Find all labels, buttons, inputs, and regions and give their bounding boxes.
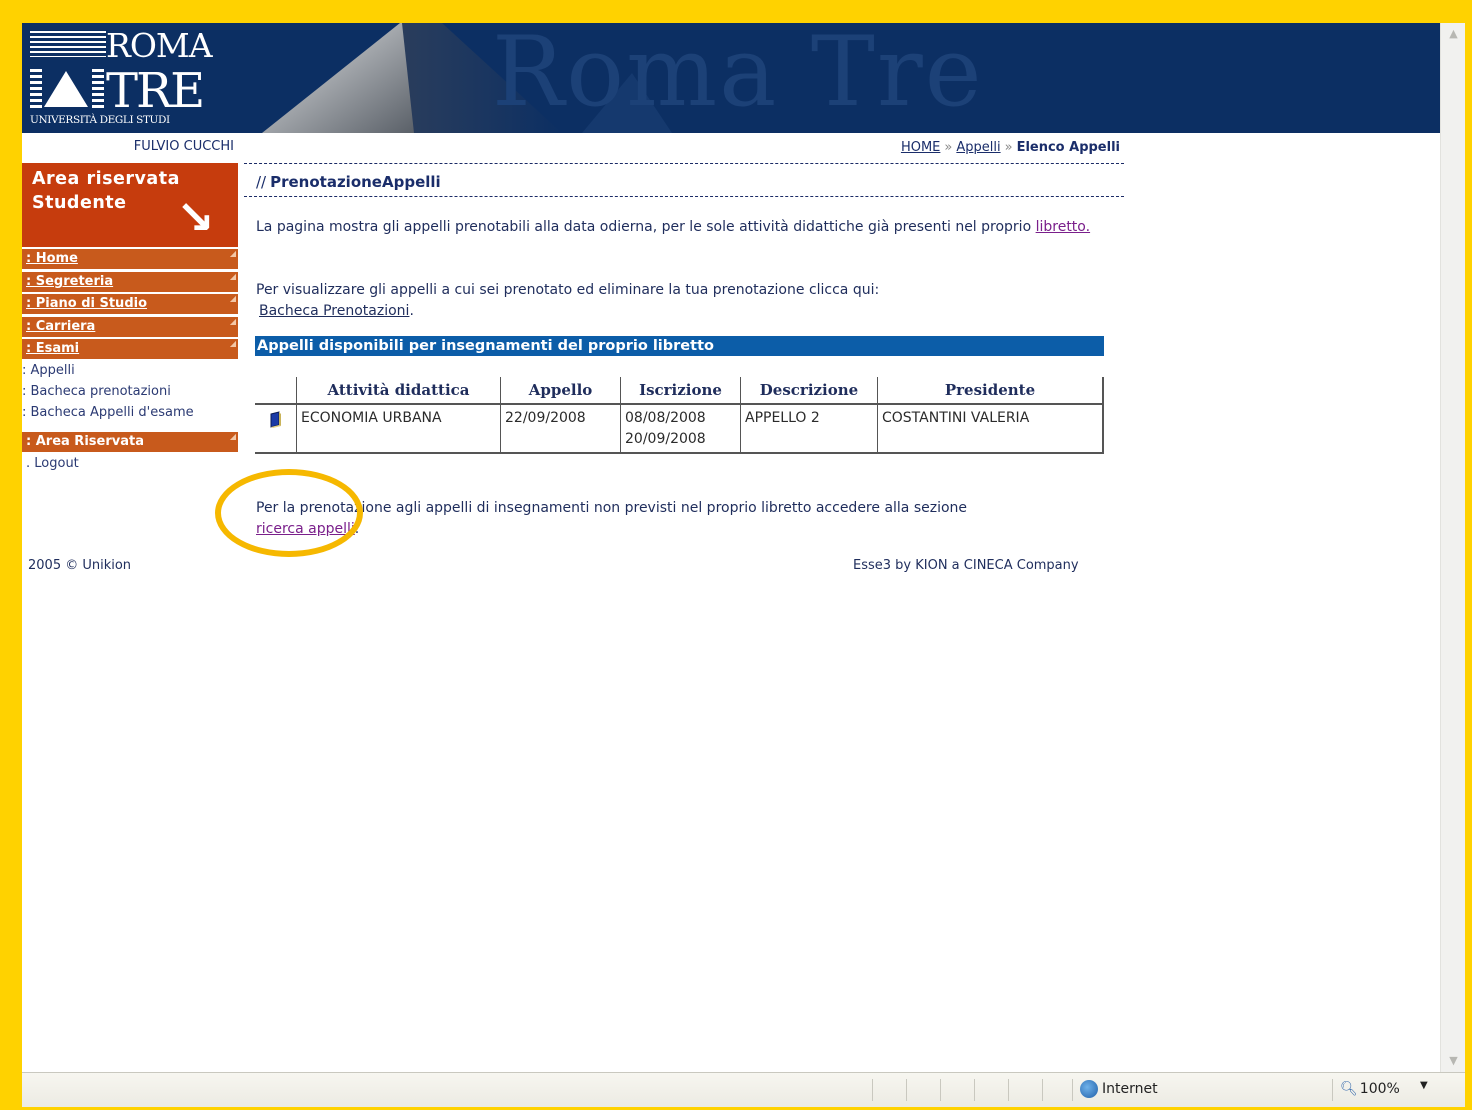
status-separator bbox=[940, 1079, 941, 1101]
sidebar-item-segreteria[interactable]: : Segreteria ◢ bbox=[22, 272, 238, 292]
breadcrumb-separator: » bbox=[1004, 140, 1013, 155]
table-cell-iscrizione: 08/08/2008 20/09/2008 bbox=[620, 404, 741, 454]
col-header-icon bbox=[255, 377, 297, 405]
corner-icon: ◢ bbox=[229, 272, 236, 281]
sidebar-item-label[interactable]: : Home bbox=[26, 251, 78, 266]
status-separator bbox=[1008, 1079, 1009, 1101]
logo-lines-icon bbox=[30, 31, 106, 57]
sidebar-item-label[interactable]: : Esami bbox=[26, 341, 79, 356]
intro-text: La pagina mostra gli appelli prenotabili… bbox=[256, 219, 1036, 235]
bookings-end: . bbox=[409, 303, 414, 319]
bacheca-prenotazioni-link[interactable]: Bacheca Prenotazioni bbox=[259, 303, 409, 319]
title-prefix: // bbox=[256, 173, 267, 191]
bookings-paragraph: Per visualizzare gli appelli a cui sei p… bbox=[256, 280, 1116, 322]
security-zone[interactable]: Internet bbox=[1080, 1080, 1158, 1098]
footer-credits: Esse3 by KION a CINECA Company bbox=[853, 558, 1079, 573]
status-bar: Internet 🔍︎ 100% ▼ bbox=[22, 1072, 1465, 1107]
sidebar-item-label[interactable]: : Carriera bbox=[26, 319, 95, 334]
page-content: Roma Tre ROMA TRE UNIVERSITÀ DEGLI STUDI… bbox=[22, 23, 1440, 1072]
corner-icon: ◢ bbox=[229, 249, 236, 258]
col-header-presidente: Presidente bbox=[877, 377, 1104, 405]
exam-table: Attività didattica Appello Iscrizione De… bbox=[255, 377, 1104, 454]
sidebar-subitem-appelli[interactable]: : Appelli bbox=[22, 363, 75, 378]
other-paragraph: Per la prenotazione agli appelli di inse… bbox=[256, 498, 1116, 540]
breadcrumb-separator: » bbox=[944, 140, 953, 155]
libretto-link[interactable]: libretto. bbox=[1036, 219, 1090, 235]
breadcrumb: HOME» Appelli» Elenco Appelli bbox=[244, 140, 1120, 155]
university-logo[interactable]: ROMA TRE UNIVERSITÀ DEGLI STUDI bbox=[28, 26, 213, 131]
user-name: FULVIO CUCCHI bbox=[133, 139, 234, 154]
sidebar-subitem-bacheca-appelli[interactable]: : Bacheca Appelli d'esame bbox=[22, 405, 194, 420]
bookings-text: Per visualizzare gli appelli a cui sei p… bbox=[256, 282, 880, 298]
sidebar-item-piano-di-studio[interactable]: : Piano di Studio ◢ bbox=[22, 294, 238, 314]
banner-watermark-text: Roma Tre bbox=[492, 23, 984, 128]
sidebar-item-esami[interactable]: : Esami ◢ bbox=[22, 339, 238, 359]
footer-copyright: 2005 © Unikion bbox=[28, 558, 132, 573]
logo-bars-left bbox=[30, 69, 42, 111]
section-header: Appelli disponibili per insegnamenti del… bbox=[255, 336, 1104, 356]
header-divider bbox=[244, 163, 1124, 164]
logo-roma: ROMA bbox=[106, 26, 213, 65]
table-cell-icon[interactable] bbox=[255, 404, 297, 454]
title-divider bbox=[244, 196, 1124, 197]
table-cell-activity: ECONOMIA URBANA bbox=[296, 404, 501, 454]
table-cell-appello: 22/09/2008 bbox=[500, 404, 621, 454]
arrow-down-right-icon: ↘ bbox=[176, 190, 215, 244]
logo-bars-right bbox=[92, 69, 104, 111]
logo-triangle-icon bbox=[44, 71, 88, 107]
security-zone-label: Internet bbox=[1102, 1081, 1158, 1097]
status-separator bbox=[872, 1079, 873, 1101]
table-cell-descrizione: APPELLO 2 bbox=[740, 404, 878, 454]
table-header-row: Attività didattica Appello Iscrizione De… bbox=[255, 377, 1104, 405]
intro-paragraph: La pagina mostra gli appelli prenotabili… bbox=[256, 217, 1116, 238]
status-separator bbox=[974, 1079, 975, 1101]
sidebar-item-carriera[interactable]: : Carriera ◢ bbox=[22, 317, 238, 337]
col-header-descrizione: Descrizione bbox=[740, 377, 878, 405]
page-title: //PrenotazioneAppelli bbox=[256, 173, 441, 191]
logo-subtitle: UNIVERSITÀ DEGLI STUDI bbox=[30, 114, 170, 126]
sidebar-header: Area riservata Studente ↘ bbox=[22, 163, 238, 247]
globe-icon bbox=[1080, 1080, 1098, 1098]
scroll-up-icon[interactable]: ▲ bbox=[1441, 23, 1465, 45]
sidebar-item-label[interactable]: : Area Riservata bbox=[26, 434, 144, 449]
breadcrumb-appelli-link[interactable]: Appelli bbox=[956, 140, 1000, 155]
sidebar-item-area-riservata[interactable]: : Area Riservata ◢ bbox=[22, 432, 238, 452]
corner-icon: ◢ bbox=[229, 432, 236, 441]
browser-viewport: Roma Tre ROMA TRE UNIVERSITÀ DEGLI STUDI… bbox=[22, 23, 1465, 1072]
zoom-level[interactable]: 🔍︎ 100% bbox=[1340, 1081, 1400, 1097]
table-cell-presidente: COSTANTINI VALERIA bbox=[877, 404, 1104, 454]
table-row: ECONOMIA URBANA 22/09/2008 08/08/2008 20… bbox=[255, 404, 1104, 454]
highlight-annotation-ring bbox=[215, 469, 363, 557]
logo-tre: TRE bbox=[106, 63, 205, 119]
sidebar-item-label[interactable]: : Piano di Studio bbox=[26, 296, 147, 311]
sidebar-item-home[interactable]: : Home ◢ bbox=[22, 249, 238, 269]
sidebar-item-label[interactable]: : Segreteria bbox=[26, 274, 113, 289]
col-header-appello: Appello bbox=[500, 377, 621, 405]
col-header-iscrizione: Iscrizione bbox=[620, 377, 741, 405]
vertical-scrollbar[interactable]: ▲ ▼ bbox=[1440, 23, 1465, 1072]
corner-icon: ◢ bbox=[229, 294, 236, 303]
col-header-activity: Attività didattica bbox=[296, 377, 501, 405]
header-banner: Roma Tre ROMA TRE UNIVERSITÀ DEGLI STUDI bbox=[22, 23, 1440, 133]
sidebar-title: Area riservata Studente bbox=[32, 169, 180, 213]
iscrizione-from: 08/08/2008 bbox=[625, 410, 706, 426]
scroll-down-icon[interactable]: ▼ bbox=[1441, 1050, 1465, 1072]
iscrizione-to: 20/09/2008 bbox=[625, 431, 706, 447]
breadcrumb-home-link[interactable]: HOME bbox=[901, 140, 940, 155]
corner-icon: ◢ bbox=[229, 317, 236, 326]
logout-link[interactable]: . Logout bbox=[26, 456, 79, 471]
corner-icon: ◢ bbox=[229, 339, 236, 348]
breadcrumb-current: Elenco Appelli bbox=[1016, 140, 1120, 155]
chevron-down-icon[interactable]: ▼ bbox=[1420, 1080, 1428, 1091]
book-icon[interactable] bbox=[269, 411, 283, 428]
status-separator bbox=[1072, 1079, 1073, 1101]
magnifier-icon: 🔍︎ bbox=[1340, 1081, 1358, 1097]
page-title-text: PrenotazioneAppelli bbox=[270, 173, 441, 191]
status-separator bbox=[1332, 1079, 1333, 1101]
zoom-label: 100% bbox=[1359, 1081, 1400, 1097]
sidebar-subitem-bacheca-prenotazioni[interactable]: : Bacheca prenotazioni bbox=[22, 384, 171, 399]
status-separator bbox=[1042, 1079, 1043, 1101]
status-separator bbox=[906, 1079, 907, 1101]
